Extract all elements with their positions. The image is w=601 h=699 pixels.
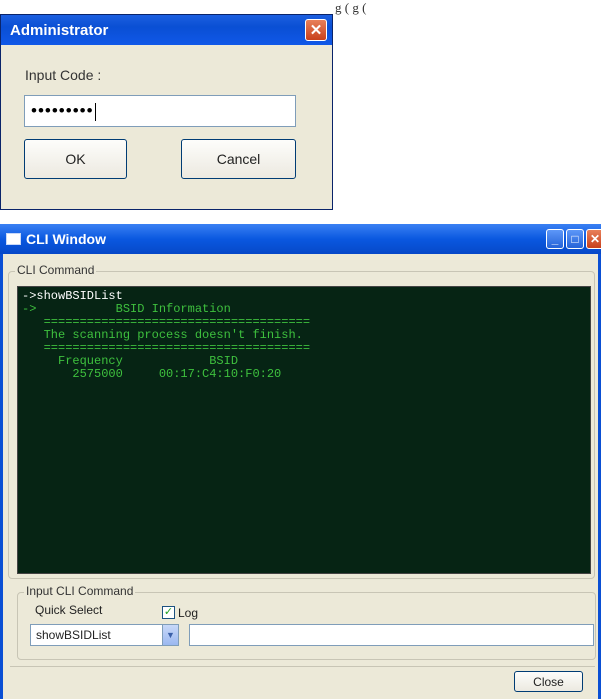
divider: [10, 666, 595, 667]
maximize-icon[interactable]: □: [566, 229, 584, 249]
window-icon: [6, 233, 21, 245]
quick-select-value: showBSIDList: [36, 628, 111, 642]
cli-command-input[interactable]: [189, 624, 594, 646]
window-close-icon[interactable]: ✕: [586, 229, 601, 249]
chevron-down-icon[interactable]: ▼: [162, 625, 178, 645]
close-button[interactable]: Close: [514, 671, 583, 692]
ok-button[interactable]: OK: [24, 139, 127, 179]
administrator-dialog: Administrator ✕ Input Code : ••••••••• O…: [0, 14, 333, 210]
admin-dialog-title: Administrator: [10, 21, 109, 39]
log-checkbox[interactable]: ✓: [162, 606, 175, 619]
quick-select-label: Quick Select: [35, 603, 103, 617]
close-icon[interactable]: ✕: [305, 19, 327, 41]
cli-window: CLI Window _ □ ✕ CLI Command ->showBSIDL…: [0, 224, 601, 699]
cli-titlebar[interactable]: CLI Window _ □ ✕: [0, 224, 601, 254]
cli-command-legend: CLI Command: [15, 263, 97, 277]
terminal-output[interactable]: ->showBSIDList -> BSID Information ======…: [17, 286, 591, 574]
top-text-fragment: g ( g (: [335, 0, 367, 15]
log-label: Log: [178, 606, 199, 620]
code-value: •••••••••: [31, 101, 94, 120]
cli-window-title: CLI Window: [26, 231, 106, 247]
code-input[interactable]: •••••••••: [24, 95, 296, 127]
terminal-line: 2575000 00:17:C4:10:F0:20: [22, 367, 282, 381]
quick-select-dropdown[interactable]: showBSIDList ▼: [30, 624, 179, 646]
text-caret: [94, 102, 96, 121]
input-code-label: Input Code :: [25, 67, 102, 83]
admin-titlebar[interactable]: Administrator ✕: [1, 15, 332, 45]
input-cli-command-legend: Input CLI Command: [24, 584, 136, 598]
cancel-button[interactable]: Cancel: [181, 139, 296, 179]
minimize-icon[interactable]: _: [546, 229, 564, 249]
